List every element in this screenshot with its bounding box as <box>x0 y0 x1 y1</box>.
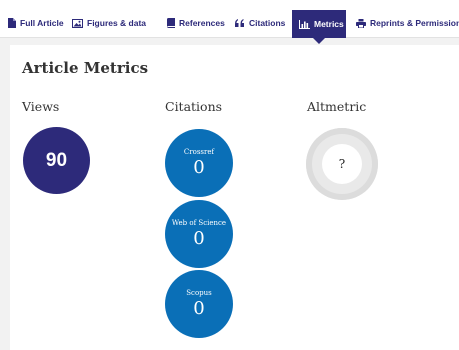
citation-source-label: Scopus <box>186 289 212 297</box>
print-icon <box>356 18 366 28</box>
citation-count: 0 <box>193 157 205 178</box>
citation-source-label: Crossref <box>183 148 215 156</box>
altmetric-score: ? <box>338 157 346 171</box>
altmetric-donut-badge[interactable]: ? <box>306 128 378 200</box>
altmetric-title: Altmetric <box>307 99 367 114</box>
citation-source-label: Web of Science <box>171 219 227 227</box>
tab-label: References <box>179 18 225 28</box>
tab-citations[interactable]: Citations <box>235 8 285 38</box>
tab-label: Citations <box>249 18 286 28</box>
views-count: 90 <box>45 149 68 171</box>
citations-title: Citations <box>165 99 223 114</box>
web-of-science-citations-badge[interactable]: Web of Science 0 <box>165 200 233 268</box>
tab-label: Metrics <box>314 19 344 29</box>
crossref-citations-badge[interactable]: Crossref 0 <box>165 129 233 197</box>
tab-label: Reprints & Permissions <box>370 18 459 28</box>
tab-full-article[interactable]: Full Article <box>8 8 64 38</box>
citation-count: 0 <box>193 228 205 249</box>
book-icon <box>167 18 175 28</box>
tab-figures-data[interactable]: Figures & data <box>72 8 146 38</box>
page-title: Article Metrics <box>22 59 149 77</box>
article-page: Full Article Figures & data References C… <box>0 0 459 350</box>
views-title: Views <box>22 99 60 114</box>
image-icon <box>72 18 83 28</box>
quote-icon <box>235 19 244 27</box>
tab-label: Figures & data <box>87 18 147 28</box>
tab-label: Full Article <box>20 18 64 28</box>
document-icon <box>8 18 16 28</box>
tab-metrics[interactable]: Metrics <box>292 10 346 38</box>
article-tab-bar: Full Article Figures & data References C… <box>0 0 459 38</box>
active-tab-indicator <box>312 37 326 44</box>
tab-reprints-permissions[interactable]: Reprints & Permissions <box>356 8 459 38</box>
scopus-citations-badge[interactable]: Scopus 0 <box>165 270 233 338</box>
tab-references[interactable]: References <box>166 8 225 38</box>
views-count-badge: 90 <box>23 127 90 194</box>
citation-count: 0 <box>193 298 205 319</box>
article-metrics-panel: Article Metrics Views Citations Altmetri… <box>10 45 459 350</box>
bar-chart-icon <box>299 19 310 29</box>
altmetric-score-center: ? <box>322 144 362 184</box>
